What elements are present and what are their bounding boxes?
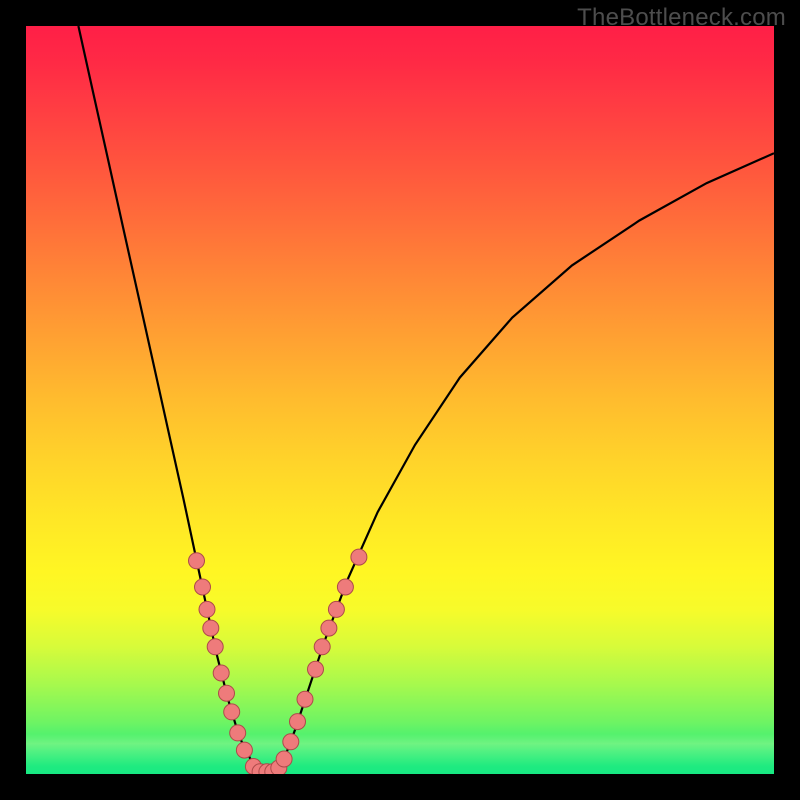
sample-dot <box>276 751 292 767</box>
sample-dot <box>230 725 246 741</box>
sample-dot <box>308 661 324 677</box>
sample-dot <box>199 601 215 617</box>
sample-dot <box>321 620 337 636</box>
sample-dot <box>290 714 306 730</box>
sample-dot <box>351 549 367 565</box>
sample-dot <box>236 742 252 758</box>
sample-dot <box>195 579 211 595</box>
watermark-text: TheBottleneck.com <box>577 4 786 32</box>
sample-dots <box>189 549 367 774</box>
sample-dot <box>283 734 299 750</box>
sample-dot <box>224 704 240 720</box>
sample-dot <box>328 601 344 617</box>
sample-dot <box>314 639 330 655</box>
bottleneck-curve <box>78 26 774 772</box>
plot-area <box>26 26 774 774</box>
sample-dot <box>189 553 205 569</box>
sample-dot <box>337 579 353 595</box>
sample-dot <box>213 665 229 681</box>
sample-dot <box>207 639 223 655</box>
sample-dot <box>219 685 235 701</box>
chart-stage: TheBottleneck.com <box>0 0 800 800</box>
sample-dot <box>203 620 219 636</box>
sample-dot <box>297 691 313 707</box>
curve-layer <box>26 26 774 774</box>
